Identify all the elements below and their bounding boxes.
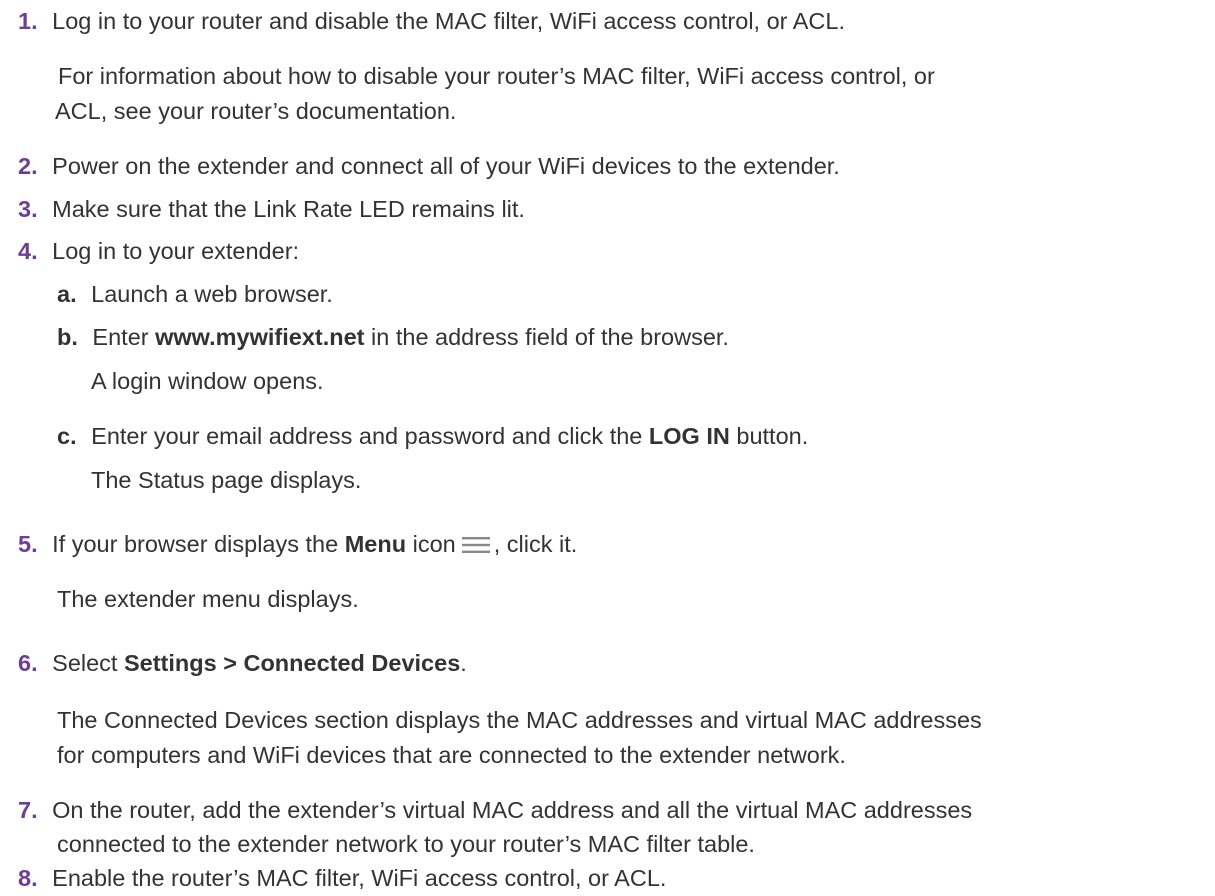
step-7: 7. On the router, add the extender’s vir… [18,795,972,825]
step-text: On the router, add the extender’s virtua… [52,797,973,823]
step-8: 8. Enable the router’s MAC filter, WiFi … [18,863,666,893]
step-2: 2. Power on the extender and connect all… [18,151,840,181]
step-number: 7. [18,797,38,823]
step-number: 3. [18,196,38,222]
substep-text-before: Enter [92,324,156,350]
step-1-note-line-2: ACL, see your router’s documentation. [55,98,457,124]
step-text-end: , click it. [493,531,578,557]
step-3: 3. Make sure that the Link Rate LED rema… [18,194,525,224]
step-text-after: . [460,650,467,676]
substep-letter: b. [57,324,78,350]
step-1: 1. Log in to your router and disable the… [18,6,845,36]
step-text-after: icon [406,531,456,557]
step-text-before: If your browser displays the [52,531,345,557]
step-number: 8. [18,865,38,891]
substep-b: b. Enter www.mywifiext.net in the addres… [57,322,729,352]
step-text-before: Select [52,650,124,676]
substep-text: Launch a web browser. [91,281,333,307]
substep-a: a. Launch a web browser. [57,279,333,309]
step-6-result-line-2: for computers and WiFi devices that are … [57,742,846,768]
step-6: 6. Select Settings > Connected Devices. [18,648,467,678]
step-7-line-2: connected to the extender network to you… [57,831,755,857]
step-6-result-line-1: The Connected Devices section displays t… [57,707,982,733]
substep-c: c. Enter your email address and password… [57,421,808,451]
step-number: 1. [18,8,38,34]
step-number: 5. [18,531,38,557]
step-5-result: The extender menu displays. [57,586,359,612]
step-number: 2. [18,153,38,179]
step-1-note-line-1: For information about how to disable you… [58,63,935,89]
step-4: 4. Log in to your extender: [18,236,299,266]
step-text: Make sure that the Link Rate LED remains… [52,196,525,222]
step-text: Power on the extender and connect all of… [52,153,840,179]
substep-c-result: The Status page displays. [91,467,362,493]
step-text: Log in to your router and disable the MA… [52,8,845,34]
step-text: Enable the router’s MAC filter, WiFi acc… [52,865,667,891]
step-5: 5. If your browser displays the Menu ico… [18,529,577,559]
step-number: 4. [18,238,38,264]
login-button-label: LOG IN [648,423,730,449]
substep-letter: a. [57,281,77,307]
substep-text-before: Enter your email address and password an… [91,423,649,449]
substep-text-after: button. [729,423,809,449]
substep-text-after: in the address field of the browser. [364,324,729,350]
step-number: 6. [18,650,38,676]
hamburger-menu-icon [461,536,492,554]
substep-b-result: A login window opens. [91,368,324,394]
menu-label: Menu [344,531,407,557]
menu-path: Settings > Connected Devices [123,650,461,676]
url-text: www.mywifiext.net [155,324,365,350]
substep-letter: c. [57,423,77,449]
step-text: Log in to your extender: [52,238,300,264]
